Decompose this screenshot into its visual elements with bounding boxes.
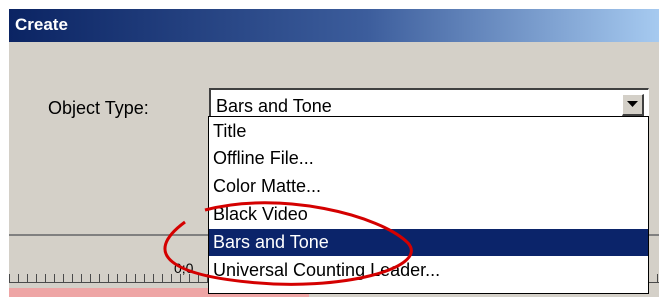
dialog-title: Create xyxy=(15,15,68,34)
object-type-value: Bars and Tone xyxy=(216,96,332,116)
object-type-dropdown-list[interactable]: Title Offline File... Color Matte... Bla… xyxy=(208,116,649,294)
dropdown-item-bars-and-tone[interactable]: Bars and Tone xyxy=(209,229,648,256)
chevron-down-icon xyxy=(627,101,638,107)
dropdown-button[interactable] xyxy=(622,94,644,116)
dropdown-item-offline-file[interactable]: Offline File... xyxy=(209,145,648,172)
dropdown-item-title[interactable]: Title xyxy=(209,118,648,145)
title-bar[interactable]: Create xyxy=(9,9,659,42)
dropdown-item-universal-counting-leader[interactable]: Universal Counting Leader... xyxy=(209,257,648,284)
dropdown-item-color-matte[interactable]: Color Matte... xyxy=(209,173,648,200)
object-type-label: Object Type: xyxy=(48,98,149,118)
dropdown-item-black-video[interactable]: Black Video xyxy=(209,201,648,228)
